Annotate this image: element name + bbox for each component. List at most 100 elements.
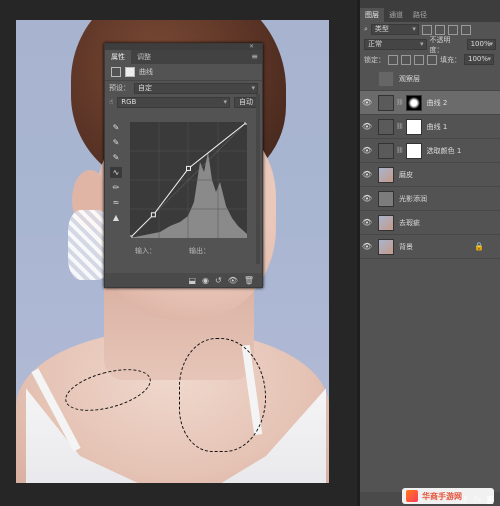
- mask-link-icon[interactable]: ⛓: [396, 99, 404, 106]
- lock-icon: 🔒: [474, 242, 484, 251]
- search-icon: ⌕: [364, 25, 368, 33]
- channel-row: ☝ RGB 自动: [105, 95, 262, 109]
- layer-name: 观察层: [399, 74, 420, 83]
- properties-tabs: 属性 调整 ≡: [105, 50, 262, 64]
- tab-adjustments[interactable]: 调整: [131, 50, 157, 64]
- layer-name: 曲线 2: [426, 98, 448, 107]
- layers-panel: 图层 通道 路径 ⌕ 类型 正常 不透明度： 100% 锁定： 填充： 100%…: [360, 0, 500, 506]
- fill-label: 填充：: [440, 55, 461, 64]
- layer-row[interactable]: 👁 去瑕疵: [360, 211, 500, 235]
- layer-row[interactable]: 👁 ⛓ 曲线 2: [360, 91, 500, 115]
- visibility-eye-icon[interactable]: 👁: [360, 98, 374, 107]
- reset-icon[interactable]: ↺: [215, 276, 222, 285]
- mask-link-icon[interactable]: ⛓: [396, 123, 404, 130]
- lock-position-icon[interactable]: [414, 54, 424, 65]
- view-previous-icon[interactable]: ◉: [202, 276, 209, 285]
- adjustment-type-label: 曲线: [139, 68, 153, 76]
- layer-thumbnail[interactable]: [378, 142, 394, 159]
- curve-control-point[interactable]: [150, 212, 156, 218]
- visibility-eye-icon[interactable]: 👁: [360, 218, 374, 227]
- mask-link-icon[interactable]: ⛓: [396, 147, 404, 154]
- layer-thumbnail[interactable]: [378, 214, 394, 231]
- curves-adjustment-icon: [111, 67, 121, 77]
- close-icon[interactable]: ✕: [249, 43, 254, 50]
- panel-scrollbar[interactable]: [256, 94, 260, 264]
- opacity-label: 不透明度：: [429, 35, 451, 54]
- curve-control-point[interactable]: [244, 122, 247, 125]
- layer-name: 选取颜色 1: [426, 146, 462, 155]
- lock-transparent-icon[interactable]: [388, 54, 398, 65]
- lock-row: 锁定： 填充： 100%: [360, 52, 500, 67]
- lock-label: 锁定：: [364, 55, 385, 64]
- visibility-eye-icon[interactable]: 👁: [360, 242, 374, 251]
- layer-thumbnail[interactable]: [378, 70, 394, 87]
- curve-control-point[interactable]: [186, 165, 191, 171]
- preset-label: 预设：: [109, 84, 130, 92]
- blend-mode-dropdown[interactable]: 正常: [364, 39, 427, 50]
- layer-thumbnail[interactable]: [378, 166, 394, 183]
- layer-name: 背景: [399, 242, 413, 251]
- channel-dropdown[interactable]: RGB: [117, 96, 230, 108]
- filter-type-dropdown[interactable]: 类型: [370, 24, 419, 35]
- input-label: 输入：: [135, 247, 156, 255]
- watermark-text: 华商手游网: [422, 491, 462, 501]
- properties-panel[interactable]: ✕ 属性 调整 ≡ 曲线 预设： 自定 ☝ RGB 自动 ✎ ✎ ✎ ∿ ✏ ≈…: [104, 43, 263, 288]
- layer-row[interactable]: 👁 背景 🔒: [360, 235, 500, 259]
- panel-menu-icon[interactable]: ≡: [251, 52, 258, 61]
- curve-tools: ✎ ✎ ✎ ∿ ✏ ≈ ▲: [110, 122, 124, 223]
- layer-thumbnail[interactable]: [378, 238, 394, 255]
- layer-name: 去瑕疵: [399, 218, 420, 227]
- layer-mask-thumbnail[interactable]: [405, 118, 422, 135]
- preset-dropdown[interactable]: 自定: [134, 82, 258, 94]
- visibility-icon[interactable]: 👁: [228, 276, 238, 285]
- layer-row[interactable]: 👁 磨皮: [360, 163, 500, 187]
- delete-icon[interactable]: 🗑: [244, 276, 254, 285]
- opacity-input[interactable]: 100%: [466, 39, 497, 50]
- layer-name: 光影添润: [399, 194, 427, 203]
- layer-row[interactable]: 👁 ⛓ 选取颜色 1: [360, 139, 500, 163]
- auto-button[interactable]: 自动: [234, 96, 258, 108]
- filter-shape-icon[interactable]: [460, 24, 471, 35]
- filter-pixel-icon[interactable]: [421, 24, 432, 35]
- layer-name: 磨皮: [399, 170, 413, 179]
- eyedropper-black-icon[interactable]: ✎: [110, 122, 122, 133]
- tab-layers[interactable]: 图层: [360, 8, 384, 22]
- tab-channels[interactable]: 通道: [384, 8, 408, 22]
- layer-mask-thumbnail[interactable]: [405, 94, 422, 111]
- visibility-eye-icon[interactable]: 👁: [360, 122, 374, 131]
- selection-marquee-right[interactable]: [179, 338, 266, 452]
- curve-point-icon[interactable]: ∿: [110, 167, 122, 178]
- clip-to-layer-icon[interactable]: ⬓: [188, 276, 196, 285]
- tab-paths[interactable]: 路径: [408, 8, 432, 22]
- layer-thumbnail[interactable]: [378, 118, 394, 135]
- document-canvas[interactable]: ✕ 属性 调整 ≡ 曲线 预设： 自定 ☝ RGB 自动 ✎ ✎ ✎ ∿ ✏ ≈…: [0, 0, 357, 506]
- filter-adjustment-icon[interactable]: [434, 24, 445, 35]
- blend-row: 正常 不透明度： 100%: [360, 35, 500, 54]
- curve-control-point[interactable]: [130, 235, 133, 238]
- curve-graph[interactable]: [130, 122, 247, 238]
- mask-icon[interactable]: [125, 67, 135, 77]
- output-label: 输出：: [189, 247, 210, 255]
- watermark: 华商手游网: [402, 488, 494, 504]
- lock-all-icon[interactable]: [427, 54, 437, 65]
- visibility-eye-icon[interactable]: 👁: [360, 146, 374, 155]
- layer-thumbnail[interactable]: [378, 94, 394, 111]
- hand-target-icon[interactable]: ☝: [109, 98, 113, 106]
- layer-mask-thumbnail[interactable]: [405, 142, 422, 159]
- layers-tabs: 图层 通道 路径: [360, 0, 500, 22]
- filter-type-icon[interactable]: [447, 24, 458, 35]
- eyedropper-gray-icon[interactable]: ✎: [110, 137, 122, 148]
- visibility-eye-icon[interactable]: 👁: [360, 194, 374, 203]
- layer-thumbnail[interactable]: [378, 190, 394, 207]
- layer-row[interactable]: 👁 光影添润: [360, 187, 500, 211]
- smooth-icon[interactable]: ≈: [110, 197, 122, 208]
- tab-properties[interactable]: 属性: [105, 50, 131, 64]
- clipping-warning-icon[interactable]: ▲: [110, 212, 122, 223]
- pencil-icon[interactable]: ✏: [110, 182, 122, 193]
- layer-row[interactable]: 观察层: [360, 67, 500, 91]
- visibility-eye-icon[interactable]: 👁: [360, 170, 374, 179]
- layer-row[interactable]: 👁 ⛓ 曲线 1: [360, 115, 500, 139]
- lock-image-icon[interactable]: [401, 54, 411, 65]
- eyedropper-white-icon[interactable]: ✎: [110, 152, 122, 163]
- fill-input[interactable]: 100%: [464, 54, 494, 65]
